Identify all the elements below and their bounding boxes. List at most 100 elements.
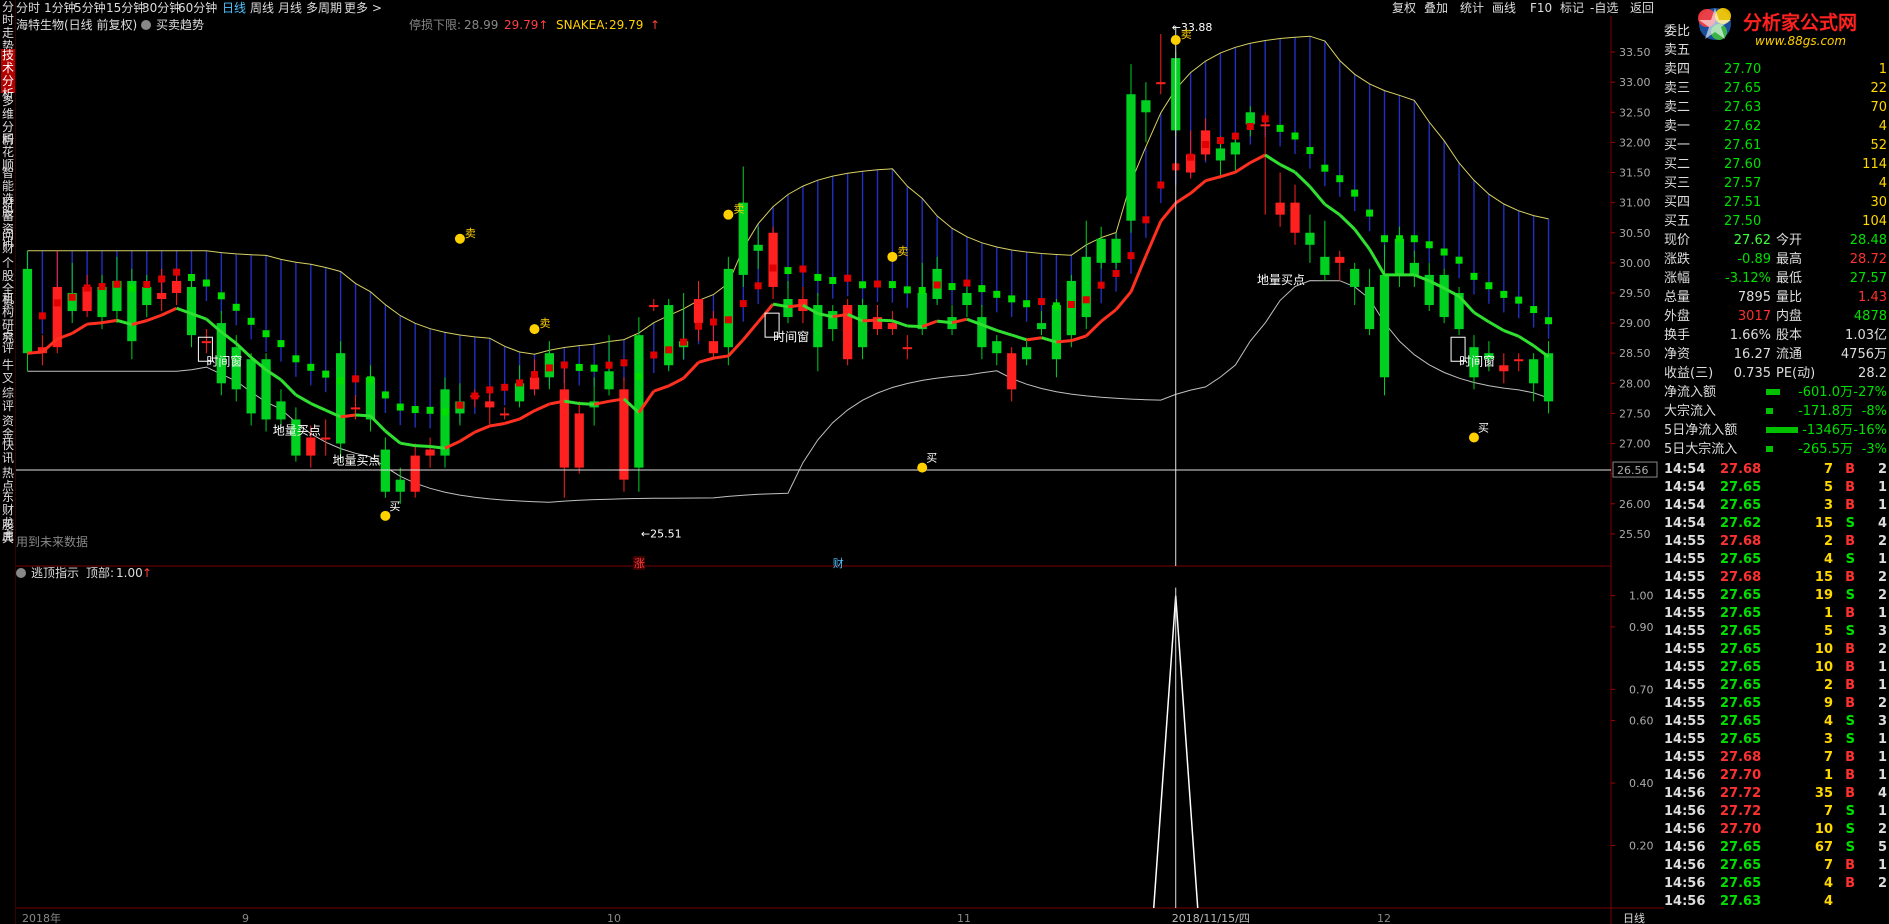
tick-price: 27.65: [1720, 732, 1762, 747]
candle-body: [828, 311, 838, 330]
stat-value: 1.66%: [1729, 328, 1771, 343]
period-tab-0[interactable]: 分时: [16, 0, 40, 16]
period-tab-8[interactable]: 月线: [278, 0, 302, 16]
sidebar-item-0[interactable]: 分时走势: [1, 1, 15, 53]
sidebar-item-5[interactable]: 财富资讯: [1, 197, 15, 249]
period-tab-6[interactable]: 日线: [222, 0, 246, 16]
sidebar-item-16[interactable]: 股典: [1, 519, 15, 545]
candle-body: [1126, 94, 1136, 221]
trend-marker: [322, 370, 330, 378]
candle-body: [276, 401, 286, 420]
orderbook-row: 卖四 27.70 1: [1664, 60, 1889, 79]
tick-price: 27.72: [1720, 786, 1762, 801]
toolbar-button-4[interactable]: F10: [1530, 0, 1552, 16]
period-tab-9[interactable]: 多周期: [306, 0, 342, 16]
candle-body: [321, 437, 331, 440]
flow-label: 净流入额: [1664, 385, 1717, 400]
toolbar-button-3[interactable]: 画线: [1492, 0, 1516, 16]
lower-indicator-toggle-icon[interactable]: [16, 568, 26, 578]
period-tab-5[interactable]: 60分钟: [178, 0, 217, 16]
trend-marker: [396, 403, 404, 411]
tick-time: 14:55: [1664, 624, 1706, 639]
trend-marker: [814, 273, 822, 281]
trend-line-segment: [384, 429, 402, 445]
trend-marker: [38, 312, 46, 320]
candle-body: [350, 407, 361, 410]
flow-bar: [1766, 427, 1798, 433]
sidebar-item-8[interactable]: 机构研究: [1, 293, 15, 345]
quote-panel: 委比 卖五 卖四 27.70 1 卖三 27.65 22 卖二 27.63 70 卖一 27.62 4 买一…: [1664, 22, 1889, 924]
dibao-buy-label: 地量买点: [332, 454, 380, 468]
sidebar-item-14[interactable]: 热点: [1, 467, 15, 493]
trend-marker: [1187, 153, 1195, 161]
tick-time: 14:55: [1664, 732, 1706, 747]
xaxis-label: 12: [1377, 912, 1391, 924]
tick-price: 27.65: [1720, 714, 1762, 729]
toolbar-button-6[interactable]: -自选: [1590, 0, 1618, 16]
indicator-toggle-icon[interactable]: [141, 20, 151, 30]
sidebar-item-9[interactable]: 点评: [1, 329, 15, 357]
toolbar-button-0[interactable]: 复权: [1392, 0, 1416, 16]
candle-body: [1096, 238, 1106, 263]
period-tab-7[interactable]: 周线: [250, 0, 274, 16]
candle-body: [1260, 124, 1270, 127]
period-tab-3[interactable]: 15分钟: [106, 0, 145, 16]
orderbook-price: 27.65: [1724, 81, 1762, 96]
sidebar-item-3[interactable]: 同花顺: [1, 133, 15, 172]
trend-marker: [173, 268, 181, 276]
stat-value-2: 28.72: [1849, 252, 1887, 267]
candle-body: [857, 305, 868, 348]
sidebar-item-15[interactable]: 东财龙虎: [1, 491, 15, 543]
orderbook-label: 买四: [1664, 195, 1691, 210]
capital-flow-row: 净流入额 -601.0万 -27%: [1664, 383, 1889, 402]
tick-time: 14:54: [1664, 498, 1706, 513]
tick-price: 27.65: [1720, 678, 1762, 693]
ytick-label-lower: 0.90: [1629, 621, 1654, 634]
candle-body: [171, 280, 182, 293]
period-tab-2[interactable]: 5分钟: [74, 0, 106, 16]
tick-side: B: [1845, 678, 1855, 693]
trend-marker: [1410, 235, 1418, 243]
toolbar-button-2[interactable]: 统计: [1460, 0, 1484, 16]
orderbook-volume: 114: [1862, 157, 1887, 172]
period-tab-1[interactable]: 1分钟: [44, 0, 76, 16]
tick-volume: 5: [1823, 624, 1833, 639]
trend-marker: [158, 275, 166, 283]
period-tab-10[interactable]: 更多 >: [344, 0, 382, 16]
tick-side: B: [1845, 876, 1855, 891]
sidebar-item-13[interactable]: 快讯: [1, 439, 15, 465]
time-window-label: 时间窗: [773, 330, 809, 344]
kline-chart[interactable]: 33.50 33.00 32.50 32.00 31.50 31.00 30.50 30.00…: [16, 16, 1664, 924]
candle-body: [380, 449, 390, 492]
tick-time: 14:55: [1664, 552, 1706, 567]
flow-percent: -16%: [1853, 423, 1887, 438]
sidebar-item-2[interactable]: 多维分析: [1, 95, 15, 147]
stat-label: 换手: [1664, 328, 1691, 343]
tick-price: 27.68: [1720, 570, 1762, 585]
trend-marker: [98, 283, 106, 291]
low-price-label: ←25.51: [641, 527, 682, 540]
period-tab-4[interactable]: 30分钟: [142, 0, 181, 16]
sidebar-item-7[interactable]: 个股全景: [1, 257, 15, 309]
tick-price: 27.65: [1720, 660, 1762, 675]
tick-time: 14:55: [1664, 534, 1706, 549]
flow-bar: [1766, 389, 1780, 395]
trend-line-segment: [369, 414, 387, 433]
tick-row: 14:56 27.63 4: [1664, 893, 1889, 911]
sidebar-item-10[interactable]: 牛叉: [1, 359, 15, 385]
toolbar-button-5[interactable]: 标记: [1560, 0, 1584, 16]
sidebar-item-12[interactable]: 资金: [1, 415, 15, 441]
trend-line-segment: [653, 384, 670, 393]
sidebar-item-6[interactable]: 问财: [1, 229, 15, 255]
sidebar-item-4[interactable]: 智能选股: [1, 167, 15, 219]
trend-marker: [232, 303, 240, 311]
ytick-label: 31.50: [1619, 167, 1651, 180]
toolbar-button-7[interactable]: 返回: [1630, 0, 1654, 16]
trend-marker: [426, 406, 434, 414]
sidebar-item-11[interactable]: 综评: [1, 387, 15, 413]
sidebar-item-1[interactable]: 技术分析: [1, 49, 15, 101]
sell-label: 卖: [465, 227, 476, 240]
trend-marker: [1440, 248, 1448, 256]
toolbar-button-1[interactable]: 叠加: [1424, 0, 1448, 16]
tick-row: 14:56 27.65 67 S 5: [1664, 839, 1889, 857]
